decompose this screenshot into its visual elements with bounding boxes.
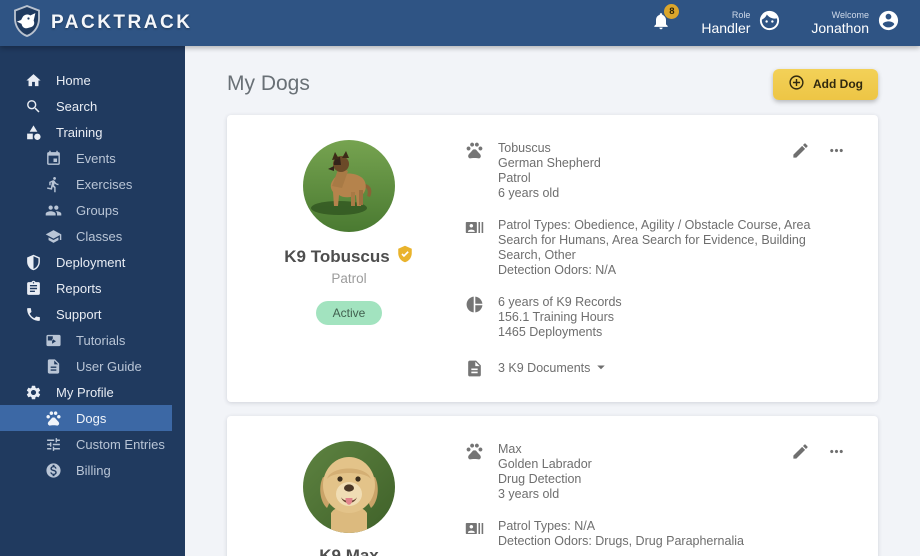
brand-logo[interactable]: PACKTRACK bbox=[12, 4, 193, 42]
sidebar-item-search[interactable]: Search bbox=[0, 93, 185, 119]
dog-photo bbox=[303, 441, 395, 533]
sidebar-item-tutorials[interactable]: Tutorials bbox=[0, 327, 185, 353]
video-icon bbox=[44, 331, 62, 349]
sidebar-item-events[interactable]: Events bbox=[0, 145, 185, 171]
sidebar-item-training[interactable]: Training bbox=[0, 119, 185, 145]
clipboard-icon bbox=[24, 279, 42, 297]
dog-duty-line: Drug Detection bbox=[498, 472, 582, 486]
sidebar-item-classes[interactable]: Classes bbox=[0, 223, 185, 249]
more-options-button[interactable] bbox=[827, 442, 846, 461]
plus-circle-icon bbox=[788, 74, 805, 94]
notifications-button[interactable]: 8 bbox=[651, 2, 681, 36]
sidebar-item-custom-entries[interactable]: Custom Entries bbox=[0, 431, 185, 457]
document-icon bbox=[465, 359, 485, 379]
dog-photo bbox=[303, 140, 395, 232]
dog-card: K9 Tobuscus Patrol Active Tobuscus Germa… bbox=[227, 115, 878, 402]
top-bar: PACKTRACK 8 Role Handler Welcome Jonatho… bbox=[0, 0, 920, 46]
role-selector[interactable]: Role Handler bbox=[701, 9, 781, 37]
dog-breed-line: German Shepherd bbox=[498, 156, 601, 170]
sidebar-item-groups[interactable]: Groups bbox=[0, 197, 185, 223]
dog-age-line: 3 years old bbox=[498, 487, 560, 501]
dog-display-name: K9 Max bbox=[319, 546, 379, 556]
sidebar-item-dogs[interactable]: Dogs bbox=[0, 405, 172, 431]
search-icon bbox=[24, 97, 42, 115]
sidebar-item-support[interactable]: Support bbox=[0, 301, 185, 327]
chevron-down-icon bbox=[590, 357, 610, 380]
gear-icon bbox=[24, 383, 42, 401]
brand-name: PACKTRACK bbox=[51, 12, 193, 33]
detection-odors: Detection Odors: Drugs, Drug Paraphernal… bbox=[498, 534, 744, 548]
detection-odors: Detection Odors: N/A bbox=[498, 263, 617, 277]
add-dog-button[interactable]: Add Dog bbox=[773, 68, 878, 100]
sidebar-nav: Home Search Training Events Exercises Gr… bbox=[0, 46, 185, 556]
dog-stats-row: 6 years of K9 Records 156.1 Training Hou… bbox=[465, 295, 848, 340]
dog-certifications-row: Patrol Types: N/A Detection Odors: Drugs… bbox=[465, 519, 848, 549]
page-title: My Dogs bbox=[227, 72, 310, 95]
verified-badge-icon bbox=[396, 245, 414, 268]
edit-dog-button[interactable] bbox=[791, 442, 810, 461]
sidebar-item-exercises[interactable]: Exercises bbox=[0, 171, 185, 197]
sidebar-item-home[interactable]: Home bbox=[0, 67, 185, 93]
status-badge: Active bbox=[315, 301, 383, 325]
shield-icon bbox=[24, 253, 42, 271]
phone-icon bbox=[24, 305, 42, 323]
bell-icon bbox=[651, 12, 671, 35]
patrol-types: Patrol Types: Obedience, Agility / Obsta… bbox=[498, 218, 811, 262]
notification-count-badge: 8 bbox=[663, 2, 681, 20]
dog-duty-line: Patrol bbox=[498, 171, 531, 185]
school-icon bbox=[44, 227, 62, 245]
paw-icon bbox=[465, 141, 485, 161]
sliders-icon bbox=[44, 435, 62, 453]
patrol-types: Patrol Types: N/A bbox=[498, 519, 596, 533]
dog-age-line: 6 years old bbox=[498, 186, 560, 200]
records-line: 6 years of K9 Records bbox=[498, 295, 622, 309]
dog-discipline: Patrol bbox=[331, 271, 367, 286]
people-icon bbox=[44, 201, 62, 219]
dog-name-line: Tobuscus bbox=[498, 141, 551, 155]
paw-icon bbox=[465, 442, 485, 462]
paw-icon bbox=[44, 409, 62, 427]
more-options-button[interactable] bbox=[827, 141, 846, 160]
role-value: Handler bbox=[701, 20, 751, 37]
edit-dog-button[interactable] bbox=[791, 141, 810, 160]
documents-label: 3 K9 Documents bbox=[498, 361, 591, 375]
runner-icon bbox=[44, 175, 62, 193]
sidebar-item-billing[interactable]: Billing bbox=[0, 457, 185, 483]
dollar-icon bbox=[44, 461, 62, 479]
calendar-icon bbox=[44, 149, 62, 167]
document-icon bbox=[44, 357, 62, 375]
home-icon bbox=[24, 71, 42, 89]
id-card-icon bbox=[465, 519, 485, 539]
face-icon bbox=[758, 9, 781, 37]
dog-name-line: Max bbox=[498, 442, 522, 456]
user-name: Jonathon bbox=[811, 20, 869, 37]
role-label: Role bbox=[731, 9, 751, 20]
dog-certifications-row: Patrol Types: Obedience, Agility / Obsta… bbox=[465, 218, 848, 278]
id-card-icon bbox=[465, 218, 485, 238]
main-content: My Dogs Add Dog K9 Tobuscus Patrol Activ… bbox=[185, 46, 920, 556]
sidebar-item-deployment[interactable]: Deployment bbox=[0, 249, 185, 275]
dog-display-name: K9 Tobuscus bbox=[284, 246, 390, 266]
training-hours-line: 156.1 Training Hours bbox=[498, 310, 615, 324]
sidebar-item-my-profile[interactable]: My Profile bbox=[0, 379, 185, 405]
sidebar-item-user-guide[interactable]: User Guide bbox=[0, 353, 185, 379]
dog-breed-line: Golden Labrador bbox=[498, 457, 592, 471]
user-menu[interactable]: Welcome Jonathon bbox=[811, 9, 900, 37]
shield-dog-icon bbox=[12, 4, 42, 42]
sidebar-item-reports[interactable]: Reports bbox=[0, 275, 185, 301]
deployments-line: 1465 Deployments bbox=[498, 325, 603, 339]
category-icon bbox=[24, 123, 42, 141]
dog-card: K9 Max Drug Detection Max Golden Labrado… bbox=[227, 416, 878, 556]
documents-dropdown[interactable]: 3 K9 Documents bbox=[465, 357, 848, 380]
account-circle-icon bbox=[877, 9, 900, 37]
pie-chart-icon bbox=[465, 295, 485, 315]
welcome-label: Welcome bbox=[831, 9, 869, 20]
